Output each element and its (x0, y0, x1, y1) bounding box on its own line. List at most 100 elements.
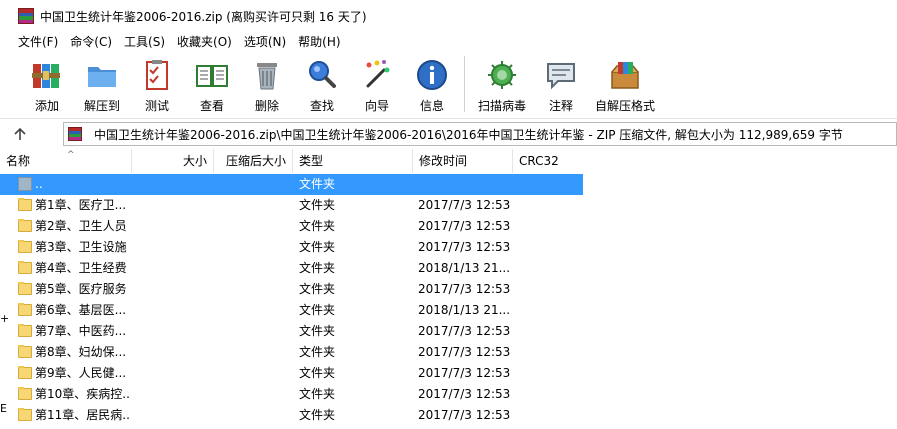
file-rows: .. 文件夹 第1章、医疗卫... 文件夹 2017/7/3 12:53 第2章… (0, 174, 897, 426)
table-row[interactable]: 第10章、疾病控... 文件夹 2017/7/3 12:53 (0, 384, 583, 405)
column-packed-size[interactable]: 压缩后大小 (214, 149, 293, 173)
menu-options[interactable]: 选项(N) (238, 32, 292, 52)
sfx-box-icon (606, 56, 644, 93)
add-button[interactable]: 添加 (20, 52, 74, 114)
folder-icon (18, 261, 32, 275)
table-row[interactable]: 第11章、居民病... 文件夹 2017/7/3 12:53 (0, 405, 583, 426)
folder-icon (18, 387, 32, 401)
virus-scan-button[interactable]: 扫描病毒 (471, 52, 533, 114)
table-row[interactable]: .. 文件夹 (0, 174, 583, 195)
row-type: 文件夹 (299, 177, 336, 191)
table-row[interactable]: 第2章、卫生人员 文件夹 2017/7/3 12:53 (0, 216, 583, 237)
view-label: 查看 (199, 99, 224, 113)
wizard-button[interactable]: 向导 (350, 52, 404, 114)
row-name: 第2章、卫生人员 (35, 219, 127, 233)
row-name: 第8章、妇幼保... (35, 345, 127, 359)
address-path-field[interactable]: 中国卫生统计年鉴2006-2016.zip\中国卫生统计年鉴2006-2016\… (63, 122, 897, 146)
row-name: 第7章、中医药... (35, 324, 127, 338)
table-row[interactable]: 第5章、医疗服务 文件夹 2017/7/3 12:53 (0, 279, 583, 300)
add-label: 添加 (34, 99, 59, 113)
sort-up-icon: ^ (67, 150, 75, 160)
virus-bug-icon (483, 56, 521, 93)
virus-scan-label: 扫描病毒 (477, 99, 526, 113)
column-size-label: 大小 (182, 154, 207, 168)
address-path: 中国卫生统计年鉴2006-2016.zip\中国卫生统计年鉴2006-2016\… (94, 127, 843, 142)
up-one-level-button[interactable] (0, 120, 40, 148)
row-name: 第10章、疾病控... (35, 387, 131, 401)
row-modified: 2017/7/3 12:53 (418, 387, 510, 401)
info-button[interactable]: 信息 (405, 52, 459, 114)
magic-wand-icon (358, 56, 396, 93)
find-button[interactable]: 查找 (295, 52, 349, 114)
row-type: 文件夹 (299, 219, 336, 233)
column-type[interactable]: 类型 (293, 149, 413, 173)
speech-bubble-icon (542, 56, 580, 93)
menu-file[interactable]: 文件(F) (12, 32, 64, 52)
row-modified: 2017/7/3 12:53 (418, 345, 510, 359)
toolbar-separator (464, 56, 465, 112)
folder-icon (18, 198, 32, 212)
arrow-up-icon (14, 127, 26, 140)
column-type-label: 类型 (299, 154, 324, 168)
test-label: 测试 (144, 99, 169, 113)
menu-favorites[interactable]: 收藏夹(O) (171, 32, 238, 52)
table-row[interactable]: 第1章、医疗卫... 文件夹 2017/7/3 12:53 (0, 195, 583, 216)
row-modified: 2017/7/3 12:53 (418, 324, 510, 338)
row-type: 文件夹 (299, 261, 336, 275)
row-type: 文件夹 (299, 387, 336, 401)
column-crc-label: CRC32 (519, 154, 559, 168)
row-name: 第3章、卫生设施 (35, 240, 127, 254)
row-type: 文件夹 (299, 240, 336, 254)
checklist-icon (138, 56, 176, 93)
row-modified: 2018/1/13 21... (418, 261, 510, 275)
column-name[interactable]: ^ 名称 (0, 149, 132, 173)
row-modified: 2017/7/3 12:53 (418, 366, 510, 380)
delete-button[interactable]: 删除 (240, 52, 294, 114)
row-modified: 2017/7/3 12:53 (418, 240, 510, 254)
row-modified: 2018/1/13 21... (418, 303, 510, 317)
column-size[interactable]: 大小 (132, 149, 214, 173)
row-name: 第9章、人民健... (35, 366, 127, 380)
table-row[interactable]: 第3章、卫生设施 文件夹 2017/7/3 12:53 (0, 237, 583, 258)
extract-to-label: 解压到 (83, 99, 120, 113)
comment-button[interactable]: 注释 (534, 52, 588, 114)
row-name: 第11章、居民病... (35, 408, 131, 422)
folder-icon (18, 345, 32, 359)
archive-icon (68, 127, 82, 141)
edge-glyph-e: E (0, 402, 7, 415)
window-title: 中国卫生统计年鉴2006-2016.zip (离购买许可只剩 16 天了) (40, 9, 367, 24)
table-row[interactable]: 第4章、卫生经费 文件夹 2018/1/13 21... (0, 258, 583, 279)
row-type: 文件夹 (299, 303, 336, 317)
wizard-label: 向导 (364, 99, 389, 113)
table-row[interactable]: 第8章、妇幼保... 文件夹 2017/7/3 12:53 (0, 342, 583, 363)
row-modified: 2017/7/3 12:53 (418, 282, 510, 296)
table-row[interactable]: 第6章、基层医... 文件夹 2018/1/13 21... (0, 300, 583, 321)
winrar-app-icon[interactable] (18, 8, 34, 24)
folder-icon (18, 219, 32, 233)
find-label: 查找 (309, 99, 334, 113)
row-type: 文件夹 (299, 345, 336, 359)
info-icon (413, 56, 451, 93)
row-type: 文件夹 (299, 324, 336, 338)
sfx-button[interactable]: 自解压格式 (589, 52, 661, 114)
archive-books-icon (28, 56, 66, 93)
table-row[interactable]: 第7章、中医药... 文件夹 2017/7/3 12:53 (0, 321, 583, 342)
extract-to-button[interactable]: 解压到 (75, 52, 129, 114)
column-crc32[interactable]: CRC32 (513, 149, 583, 173)
menu-help[interactable]: 帮助(H) (292, 32, 346, 52)
open-book-icon (193, 56, 231, 93)
row-modified: 2017/7/3 12:53 (418, 198, 510, 212)
row-type: 文件夹 (299, 198, 336, 212)
menu-tools[interactable]: 工具(S) (118, 32, 171, 52)
row-name: .. (35, 177, 43, 191)
menu-commands[interactable]: 命令(C) (64, 32, 118, 52)
column-modified[interactable]: 修改时间 (413, 149, 513, 173)
table-row[interactable]: 第9章、人民健... 文件夹 2017/7/3 12:53 (0, 363, 583, 384)
view-button[interactable]: 查看 (185, 52, 239, 114)
row-type: 文件夹 (299, 366, 336, 380)
test-button[interactable]: 测试 (130, 52, 184, 114)
folder-icon (18, 324, 32, 338)
folder-icon (18, 303, 32, 317)
folder-extract-icon (83, 56, 121, 93)
magnifier-icon (303, 56, 341, 93)
